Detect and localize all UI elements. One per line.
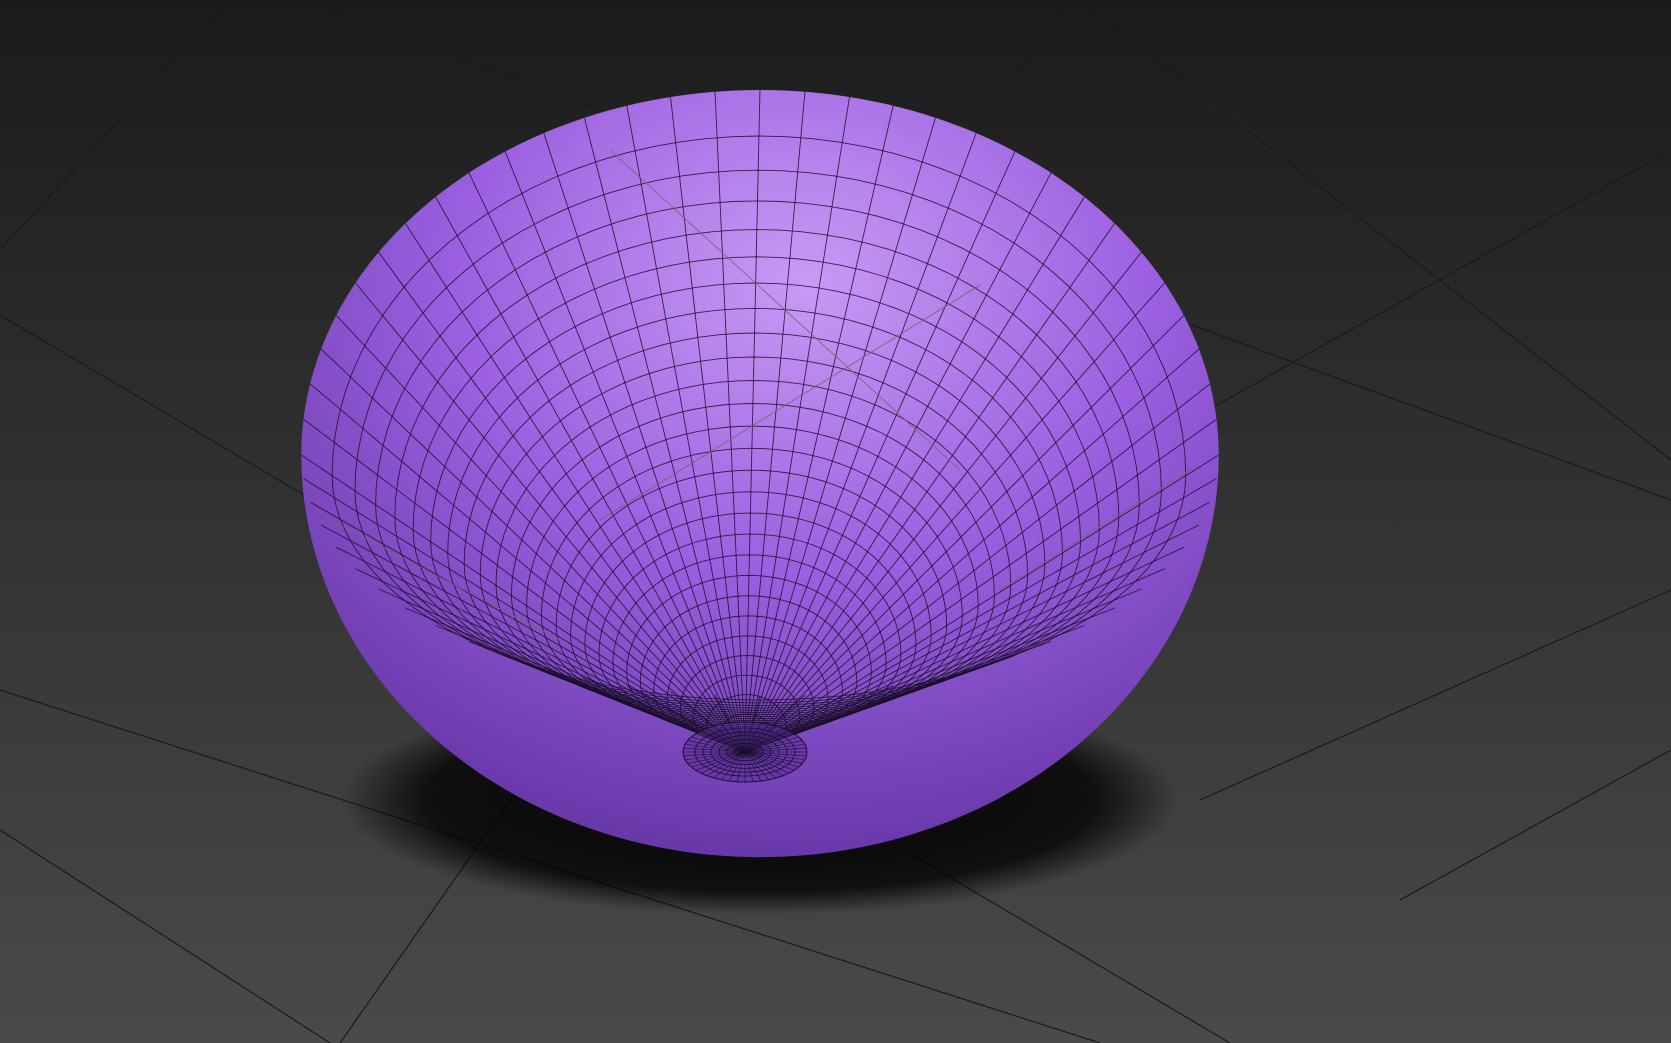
3d-viewport[interactable] <box>0 0 1671 1043</box>
bowl-pole-detail <box>682 721 808 783</box>
bowl-mesh[interactable] <box>301 90 1219 858</box>
viewport-canvas[interactable] <box>0 0 1671 1043</box>
